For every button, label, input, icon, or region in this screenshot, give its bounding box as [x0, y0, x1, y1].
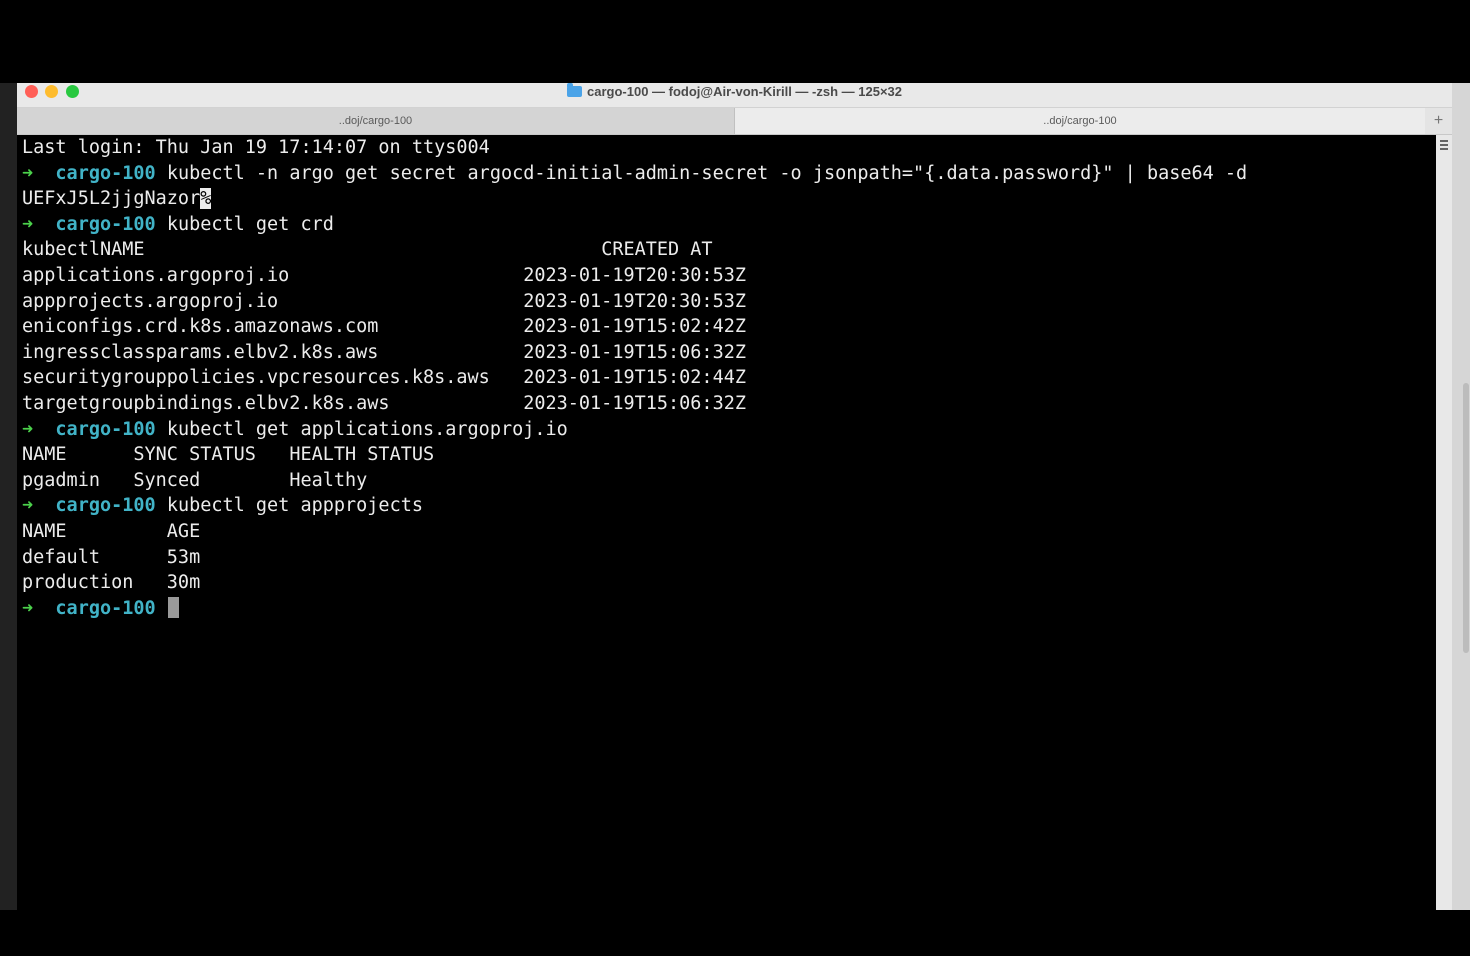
prompt-directory: cargo-100 — [55, 597, 156, 619]
folder-icon — [567, 83, 582, 97]
terminal-window: cargo-100 — fodoj@Air-von-Kirill — -zsh … — [17, 83, 1452, 910]
crd-created: 2023-01-19T15:02:42Z — [523, 316, 746, 338]
background-window-right — [1452, 83, 1470, 910]
crd-row: appprojects.argoproj.io 2023-01-19T20:30… — [22, 289, 1247, 315]
crd-created: 2023-01-19T20:30:53Z — [523, 290, 746, 312]
application-cell: pgadmin — [22, 469, 134, 491]
window-title-text: cargo-100 — fodoj@Air-von-Kirill — -zsh … — [587, 84, 902, 99]
crd-header-line: kubectlNAME CREATED AT — [22, 237, 1247, 263]
crd-name: appprojects.argoproj.io — [22, 290, 524, 312]
crd-name: targetgroupbindings.elbv2.k8s.aws — [22, 392, 524, 414]
prompt-gap — [33, 419, 55, 440]
command-line: ➜ cargo-100 kubectl get crd — [22, 212, 1247, 238]
text-cursor — [167, 596, 179, 618]
prompt-gap — [33, 163, 55, 184]
prompt-directory: cargo-100 — [55, 213, 156, 235]
application-cell: Healthy — [289, 469, 368, 491]
application-row: pgadmin Synced Healthy — [22, 468, 1247, 494]
background-window-left — [0, 83, 17, 910]
prompt-gap — [33, 495, 55, 516]
crd-name: applications.argoproj.io — [22, 264, 524, 286]
column-header: HEALTH STATUS — [289, 444, 435, 466]
appproject-row: production 30m — [22, 570, 1247, 596]
crd-row: securitygrouppolicies.vpcresources.k8s.a… — [22, 365, 1247, 391]
prompt-arrow-icon: ➜ — [22, 162, 34, 184]
crd-name: securitygrouppolicies.vpcresources.k8s.a… — [22, 367, 524, 389]
screen: cargo-100 — fodoj@Air-von-Kirill — -zsh … — [0, 0, 1470, 956]
new-tab-button[interactable]: + — [1425, 108, 1452, 134]
crd-row: ingressclassparams.elbv2.k8s.aws 2023-01… — [22, 340, 1247, 366]
crd-row: eniconfigs.crd.k8s.amazonaws.com 2023-01… — [22, 314, 1247, 340]
window-title: cargo-100 — fodoj@Air-von-Kirill — -zsh … — [17, 83, 1452, 100]
crd-created: 2023-01-19T20:30:53Z — [523, 264, 746, 286]
last-login-line: Last login: Thu Jan 19 17:14:07 on ttys0… — [22, 135, 1247, 161]
appproject-row: default 53m — [22, 545, 1247, 571]
crd-name: eniconfigs.crd.k8s.amazonaws.com — [22, 316, 524, 338]
terminal-output[interactable]: Last login: Thu Jan 19 17:14:07 on ttys0… — [17, 135, 1436, 910]
command-line: ➜ cargo-100 kubectl get applications.arg… — [22, 417, 1247, 443]
application-cell: Synced — [133, 469, 290, 491]
terminal-lines: Last login: Thu Jan 19 17:14:07 on ttys0… — [22, 135, 1247, 621]
command-line: ➜ cargo-100 kubectl get appprojects — [22, 493, 1247, 519]
column-header: NAME — [22, 444, 134, 466]
active-prompt-line: ➜ cargo-100 — [22, 596, 1247, 622]
column-header: kubectlNAME — [22, 239, 602, 261]
prompt-arrow-icon: ➜ — [22, 213, 34, 235]
command-text: kubectl get crd — [166, 213, 334, 235]
background-scrollbar — [1463, 383, 1469, 653]
crd-created: 2023-01-19T15:06:32Z — [523, 341, 746, 363]
command-text: kubectl get applications.argoproj.io — [166, 418, 568, 440]
secret-output-line: UEFxJ5L2jjgNazor% — [22, 186, 1247, 212]
appproject-cell: 53m — [166, 546, 201, 568]
prompt-gap — [33, 214, 55, 235]
prompt-directory: cargo-100 — [55, 162, 156, 184]
prompt-gap — [33, 598, 55, 619]
tab-2[interactable]: ..doj/cargo-100 — [735, 108, 1425, 134]
crd-name: ingressclassparams.elbv2.k8s.aws — [22, 341, 524, 363]
column-header: AGE — [166, 520, 201, 542]
prompt-directory: cargo-100 — [55, 418, 156, 440]
prompt-arrow-icon: ➜ — [22, 597, 34, 619]
appprojects-header-line: NAME AGE — [22, 519, 1247, 545]
crd-created: 2023-01-19T15:06:32Z — [523, 392, 746, 414]
crd-row: targetgroupbindings.elbv2.k8s.aws 2023-0… — [22, 391, 1247, 417]
no-newline-marker: % — [200, 188, 212, 210]
command-text: kubectl -n argo get secret argocd-initia… — [166, 162, 1248, 184]
appproject-cell: production — [22, 572, 167, 594]
column-header: NAME — [22, 520, 167, 542]
column-header: SYNC STATUS — [133, 444, 290, 466]
prompt-arrow-icon: ➜ — [22, 418, 34, 440]
applications-header-line: NAME SYNC STATUS HEALTH STATUS — [22, 442, 1247, 468]
crd-created: 2023-01-19T15:02:44Z — [523, 367, 746, 389]
menu-icon[interactable] — [1440, 140, 1448, 150]
tab-1[interactable]: ..doj/cargo-100 — [17, 108, 735, 134]
appproject-cell: 30m — [166, 572, 201, 594]
command-line: ➜ cargo-100 kubectl -n argo get secret a… — [22, 161, 1247, 187]
appproject-cell: default — [22, 546, 167, 568]
prompt-directory: cargo-100 — [55, 495, 156, 517]
tab-bar: ..doj/cargo-100 ..doj/cargo-100 + — [17, 108, 1452, 135]
column-header: CREATED AT — [601, 239, 713, 261]
prompt-arrow-icon: ➜ — [22, 495, 34, 517]
crd-row: applications.argoproj.io 2023-01-19T20:3… — [22, 263, 1247, 289]
secret-output: UEFxJ5L2jjgNazor — [22, 188, 201, 210]
terminal-scrollbar[interactable] — [1436, 135, 1452, 910]
title-bar[interactable]: cargo-100 — fodoj@Air-von-Kirill — -zsh … — [17, 83, 1452, 108]
command-text: kubectl get appprojects — [166, 495, 423, 517]
last-login-text: Last login: Thu Jan 19 17:14:07 on ttys0… — [22, 137, 490, 158]
